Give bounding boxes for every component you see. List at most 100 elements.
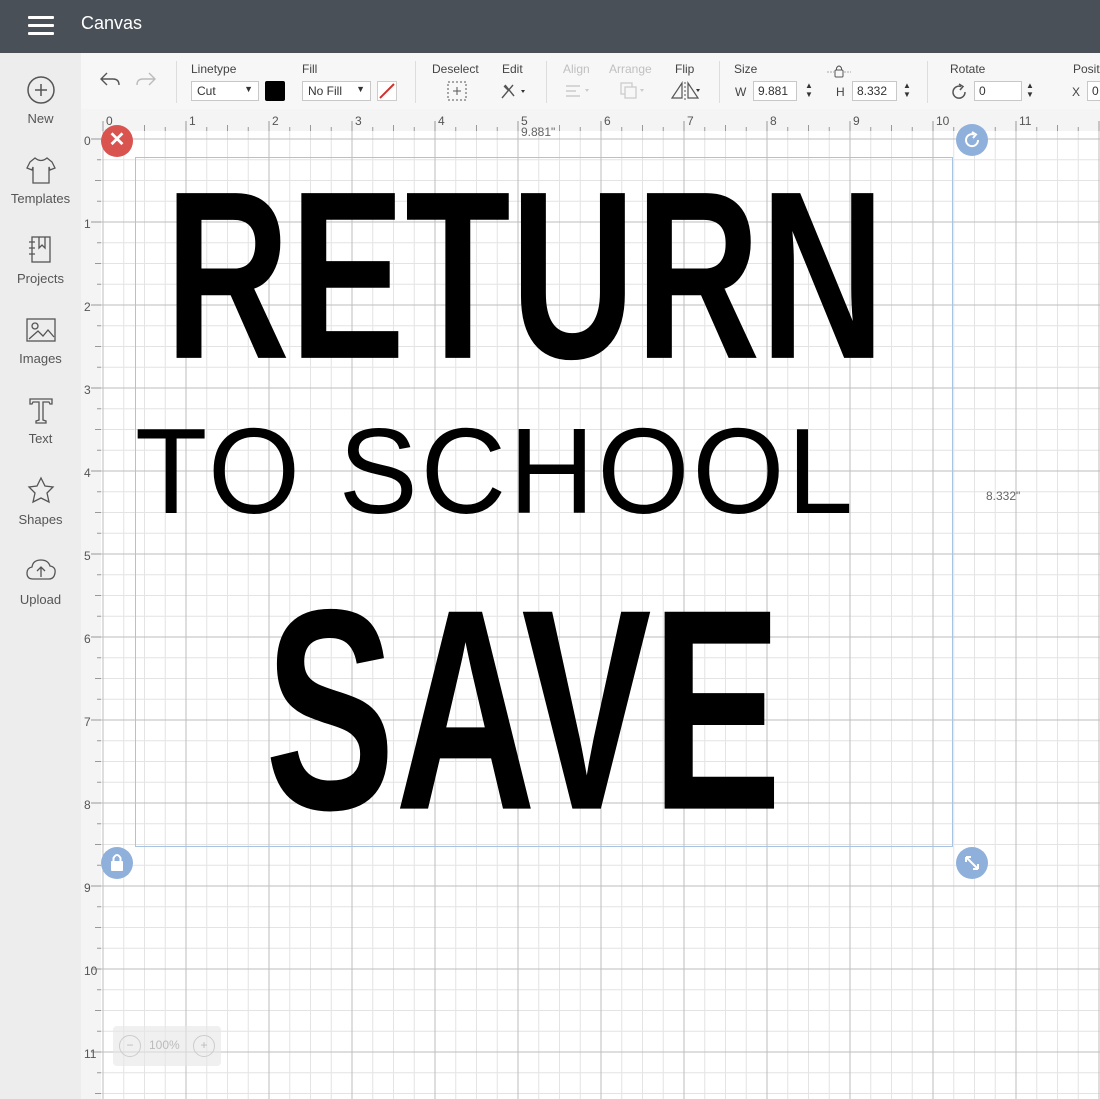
size-label: Size	[734, 62, 758, 76]
toolbar: Linetype Cut ▼ Fill No Fill ▼ Deselect E…	[81, 53, 1100, 110]
linetype-value: Cut	[197, 84, 216, 98]
rotate-icon	[949, 82, 969, 107]
sidebar-item-label: Projects	[17, 271, 64, 286]
redo-icon[interactable]	[135, 71, 157, 94]
rotate-stepper[interactable]: ▲ ▼	[1023, 81, 1037, 101]
x-input[interactable]: 0	[1087, 81, 1100, 101]
image-icon	[24, 313, 58, 347]
design-text-to-school[interactable]: TO SCHOOL	[135, 410, 856, 532]
flip-icon[interactable]	[669, 81, 703, 106]
sidebar-item-upload[interactable]: Upload	[0, 554, 81, 607]
align-label: Align	[563, 62, 590, 76]
sidebar-item-templates[interactable]: Templates	[0, 153, 81, 206]
no-fill-swatch-icon[interactable]	[377, 81, 397, 106]
ruler-label-y: 0	[84, 134, 91, 148]
plus-icon: +	[200, 1038, 208, 1052]
height-stepper[interactable]: ▲ ▼	[900, 81, 914, 101]
sidebar-item-label: Upload	[19, 592, 62, 607]
rotate-handle[interactable]	[956, 124, 988, 156]
sidebar-item-label: Shapes	[18, 512, 63, 527]
projects-icon	[24, 233, 58, 267]
linetype-select[interactable]: Cut ▼	[191, 81, 259, 101]
undo-icon[interactable]	[99, 71, 121, 94]
zoom-out-button[interactable]: −	[119, 1035, 141, 1057]
sidebar-item-label: New	[27, 111, 54, 126]
height-input[interactable]: 8.332	[852, 81, 897, 101]
width-stepper[interactable]: ▲ ▼	[802, 81, 816, 101]
ruler-label-y: 10	[84, 964, 98, 978]
ruler-label-x: 7	[687, 114, 694, 128]
ruler-label-y: 3	[84, 383, 91, 397]
x-label: X	[1072, 85, 1081, 99]
ruler-label-y: 7	[84, 715, 91, 729]
shapes-icon	[24, 474, 58, 508]
sidebar-item-shapes[interactable]: Shapes	[0, 474, 81, 527]
linetype-label: Linetype	[191, 62, 237, 76]
width-input[interactable]: 9.881	[753, 81, 797, 101]
arrange-icon[interactable]	[619, 81, 649, 106]
ruler-label-x: 2	[272, 114, 279, 128]
sidebar-item-label: Templates	[10, 191, 71, 206]
flip-label: Flip	[675, 62, 695, 76]
ruler-label-x: 1	[189, 114, 196, 128]
ruler-label-x: 4	[438, 114, 445, 128]
ruler-label-y: 2	[84, 300, 91, 314]
linetype-color-swatch[interactable]	[265, 81, 285, 101]
fill-label: Fill	[302, 62, 318, 76]
deselect-icon[interactable]	[447, 81, 467, 106]
design-text-save[interactable]: SAVE	[265, 566, 782, 853]
sidebar-item-projects[interactable]: Projects	[0, 233, 81, 286]
rotate-label: Rotate	[950, 62, 986, 76]
edit-label: Edit	[502, 62, 523, 76]
height-label: H	[836, 85, 845, 99]
lock-proportions-icon[interactable]	[826, 64, 852, 85]
delete-handle[interactable]: ✕	[101, 125, 133, 157]
ruler-label-x: 3	[355, 114, 362, 128]
ruler-label-y: 4	[84, 466, 91, 480]
minus-icon: −	[126, 1038, 134, 1052]
app-title: Canvas	[81, 13, 143, 33]
lock-icon	[111, 854, 123, 871]
chevron-down-icon: ▼	[356, 84, 365, 94]
chevron-down-icon: ▼	[244, 84, 253, 94]
ruler-label-y: 1	[84, 217, 91, 231]
resize-diagonal-icon	[965, 856, 979, 870]
rotate-input[interactable]: 0	[974, 81, 1022, 101]
menu-icon[interactable]	[28, 16, 54, 36]
upload-cloud-icon	[24, 554, 58, 588]
ruler-label-x: 10	[936, 114, 950, 128]
ruler-label-y: 5	[84, 549, 91, 563]
vertical-ruler	[81, 109, 101, 1099]
edit-tools-icon[interactable]	[499, 81, 529, 106]
ruler-label-x: 11	[1019, 114, 1032, 128]
tshirt-icon	[24, 153, 58, 187]
fill-select[interactable]: No Fill ▼	[302, 81, 371, 101]
rotate-icon	[965, 131, 980, 148]
ruler-label-x: 6	[604, 114, 611, 128]
width-readout: 9.881"	[521, 125, 556, 139]
ruler-label-x: 9	[853, 114, 860, 128]
sidebar-item-label: Text	[28, 431, 53, 446]
text-icon	[24, 393, 58, 427]
ruler-label-y: 8	[84, 798, 91, 812]
ruler-label-x: 8	[770, 114, 777, 128]
lock-handle[interactable]	[101, 847, 133, 879]
plus-circle-icon	[24, 73, 58, 107]
ruler-label-y: 6	[84, 632, 91, 646]
ruler-label-y: 9	[84, 881, 91, 895]
sidebar-item-new[interactable]: New	[0, 73, 81, 126]
zoom-in-button[interactable]: +	[193, 1035, 215, 1057]
sidebar-item-images[interactable]: Images	[0, 313, 81, 366]
zoom-control: − 100% +	[113, 1026, 221, 1066]
resize-handle[interactable]	[956, 847, 988, 879]
align-icon[interactable]	[564, 83, 594, 104]
position-label: Positi	[1073, 62, 1100, 76]
design-text-return[interactable]: RETURN	[165, 156, 885, 396]
arrange-label: Arrange	[609, 62, 652, 76]
design-canvas[interactable]: 0 0 1 1 2 2 3 3 4 4 5 5 6 6 7 7 8 8 9 9 10 10 11 11 RETURN TO S…	[81, 109, 1100, 1099]
ruler-label-y: 11	[84, 1047, 97, 1061]
top-bar: Canvas	[0, 0, 1100, 53]
fill-value: No Fill	[308, 84, 343, 98]
sidebar-item-text[interactable]: Text	[0, 393, 81, 446]
width-label: W	[735, 85, 747, 99]
